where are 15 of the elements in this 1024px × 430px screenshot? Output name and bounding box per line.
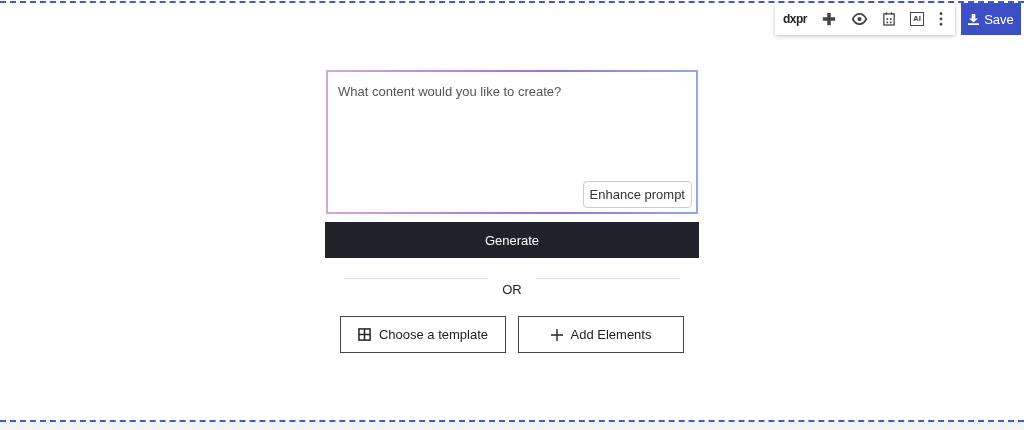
logo[interactable]: dxpr [783,12,807,26]
grid-icon [357,328,371,341]
more-icon[interactable] [939,12,943,26]
calendar-icon[interactable] [883,12,895,26]
separator-label: OR [501,282,523,297]
download-icon [968,13,980,25]
save-button[interactable]: Save [961,3,1021,35]
eye-icon[interactable] [851,13,868,25]
ai-edit-button[interactable]: AI [910,12,924,26]
plus-icon[interactable] [822,12,836,26]
add-elements-button[interactable]: Add Elements [518,316,684,353]
enhance-prompt-button[interactable]: Enhance prompt [582,181,692,208]
plus-icon [550,328,563,341]
generate-button[interactable]: Generate [325,222,699,258]
choose-template-button[interactable]: Choose a template [340,316,506,353]
